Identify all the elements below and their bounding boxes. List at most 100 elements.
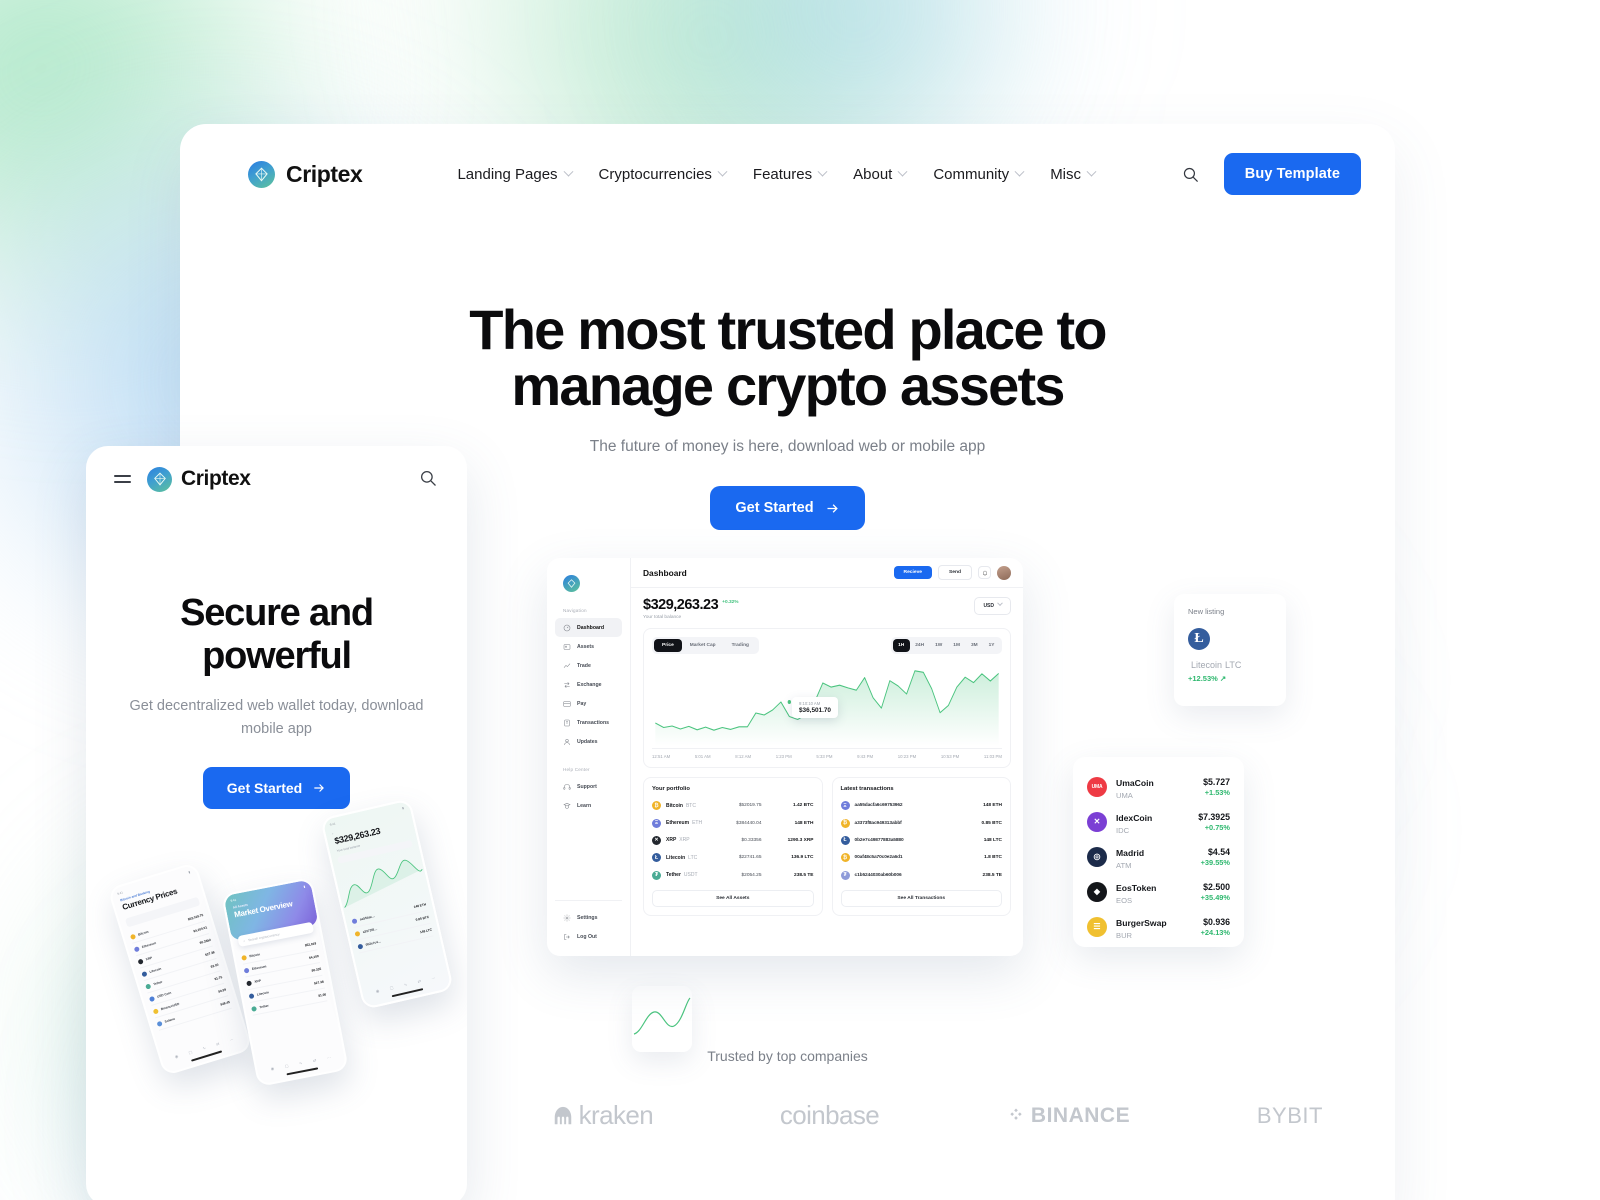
table-row[interactable]: Ł 0b2e7c49877883a5880 148 LTC (840, 832, 1002, 849)
send-button[interactable]: Send (938, 565, 972, 580)
x-tick: 5:33 PM (816, 754, 833, 759)
sidebar-item-updates[interactable]: Updates (555, 732, 622, 751)
sidebar-item-pay[interactable]: Pay (555, 694, 622, 713)
trade-icon (563, 662, 571, 670)
sidebar-item-dashboard[interactable]: Dashboard (555, 618, 622, 637)
kraken-icon (554, 1106, 571, 1124)
nav-item-label: Misc (1050, 165, 1082, 183)
hamburger-icon[interactable] (114, 475, 131, 483)
table-row[interactable]: ₿ a3373f8ac949313abbf 0.85 BTC (840, 814, 1002, 831)
table-row[interactable]: ₿ 00af48c5a70c0e2a6d1 1.8 BTC (840, 849, 1002, 866)
sidebar-item-exchange[interactable]: Exchange (555, 675, 622, 694)
table-row[interactable]: ✕ XRP XRP $0.33356 1290.3 XRP (652, 832, 814, 849)
bell-icon[interactable] (978, 566, 991, 579)
list-item[interactable]: UMA UmaCoin UMA $5.727 +1.53% (1087, 769, 1230, 804)
chevron-down-icon (897, 166, 908, 177)
tab-market-cap[interactable]: Market Cap (682, 639, 724, 652)
get-started-button[interactable]: Get Started (710, 486, 865, 530)
sidebar-nav-caption: Navigation (563, 608, 587, 613)
new-listing-coin-name: Litecoin (1191, 660, 1223, 670)
binance-label: BINANCE (1030, 1103, 1131, 1127)
mobile-navbar: Criptex (86, 446, 467, 512)
sidebar-item-assets[interactable]: Assets (555, 637, 622, 656)
list-item[interactable]: ✕ IdexCoin IDC $7.3925 +0.75% (1087, 804, 1230, 839)
coin-icon: ✕ (1087, 811, 1107, 832)
coinbase-label: coinbase (779, 1100, 880, 1130)
transaction-amount: 238.5 TE (982, 872, 1002, 878)
sidebar-item-support[interactable]: Support (555, 777, 622, 796)
x-tick: 8:12 AM (735, 754, 752, 759)
sidebar-item-learn[interactable]: Learn (555, 796, 622, 815)
range-3m[interactable]: 3M (965, 639, 983, 652)
see-all-assets-button[interactable]: See All Assets (652, 889, 814, 907)
avatar[interactable] (997, 565, 1011, 580)
range-1y[interactable]: 1Y (983, 639, 1000, 652)
coin-value: $22741.65 (738, 855, 762, 861)
new-listing-title: New listing (1188, 607, 1225, 616)
nav-item-cryptocurrencies[interactable]: Cryptocurrencies (599, 166, 728, 183)
currency-selector[interactable]: USD (974, 597, 1011, 615)
range-1m[interactable]: 1M (948, 639, 966, 652)
coin-icon: ₿ (840, 818, 850, 828)
tab-trading[interactable]: Trading (724, 639, 757, 652)
nav-item-landing-pages[interactable]: Landing Pages (457, 166, 573, 183)
chart-view-tabs: Price Market Cap Trading (652, 637, 759, 654)
nav-item-about[interactable]: About (853, 165, 908, 183)
table-row[interactable]: Ξ Ethereum ETH $384440.04 148 ETH (652, 814, 814, 831)
new-listing-change-value: +12.53% (1188, 674, 1218, 683)
chevron-down-icon (817, 166, 828, 177)
coin-symbol: EOS (1116, 896, 1133, 905)
currency-value: USD (983, 603, 994, 609)
coin-amount: 1.42 BTC (792, 803, 814, 809)
nav-menu: Landing Pages Cryptocurrencies Features … (457, 165, 1097, 183)
get-started-label: Get Started (735, 500, 814, 516)
search-icon[interactable] (419, 469, 439, 489)
updates-icon (563, 738, 571, 746)
transaction-hash: a3373f8ac949313abbf (854, 820, 902, 826)
tab-price[interactable]: Price (654, 639, 682, 652)
criptex-diamond-icon (248, 160, 275, 188)
range-24h[interactable]: 24H (910, 639, 930, 652)
list-item[interactable]: ◆ EosToken EOS $2.500 +35.49% (1087, 874, 1230, 909)
coin-icon: Ł (840, 835, 850, 845)
brand-logo[interactable]: Criptex (248, 160, 363, 188)
list-item[interactable]: ◎ Madrid ATM $4.54 +39.55% (1087, 839, 1230, 874)
sidebar-item-settings[interactable]: Settings (555, 908, 622, 927)
nav-item-community[interactable]: Community (933, 166, 1025, 183)
nav-actions: Buy Template (1180, 153, 1361, 195)
receive-button[interactable]: Recieve (893, 566, 933, 579)
table-row[interactable]: ₿ Bitcoin BTC $52019.75 1.42 BTC (652, 797, 814, 814)
bybit-label: BYBIT (1256, 1102, 1323, 1128)
table-row[interactable]: ₮ c1b5244030ab60b006 238.5 TE (840, 867, 1002, 884)
range-1w[interactable]: 1W (930, 639, 948, 652)
range-1h[interactable]: 1H (892, 639, 910, 652)
mobile-title: Secure and powerful (110, 592, 443, 677)
mobile-brand[interactable]: Criptex (147, 466, 251, 492)
sidebar-item-transactions[interactable]: Transactions (555, 713, 622, 732)
dashboard-title: Dashboard (643, 567, 687, 578)
mobile-brand-name: Criptex (181, 467, 251, 490)
new-listing-coin: Litecoin LTC (1188, 660, 1272, 670)
nav-item-misc[interactable]: Misc (1050, 165, 1097, 183)
chevron-down-icon (563, 166, 573, 177)
dashboard-icon (563, 624, 571, 632)
dashboard-main: Dashboard Recieve Send $329,263.23 +0.32… (631, 558, 1023, 956)
search-icon[interactable] (1180, 163, 1202, 185)
list-item[interactable]: ☰ BurgerSwap BUR $0.936 +24.13% (1087, 909, 1230, 944)
see-all-transactions-button[interactable]: See All Transactions (840, 889, 1002, 907)
see-all-assets-label: See All Assets (716, 895, 750, 901)
nav-item-features[interactable]: Features (753, 166, 828, 183)
buy-template-button[interactable]: Buy Template (1223, 153, 1361, 195)
transaction-hash: 0b2e7c49877883a5880 (854, 837, 904, 843)
sidebar-item-label: Trade (577, 662, 591, 669)
nav-item-label: About (853, 165, 893, 183)
pay-icon (563, 700, 571, 708)
transaction-amount: 0.85 BTC (981, 820, 1002, 826)
coin-name: Litecoin (666, 854, 686, 861)
table-row[interactable]: Ł Litecoin LTC $22741.65 136.9 LTC (652, 849, 814, 866)
table-row[interactable]: Ξaa55dacfa6c69753962 148 ETH (840, 797, 1002, 814)
sidebar-item-logout[interactable]: Log Out (555, 927, 622, 946)
table-row[interactable]: ₮ Tether USDT $2054.25 238.5 TE (652, 867, 814, 884)
sidebar-item-trade[interactable]: Trade (555, 656, 622, 675)
new-listing-coin-symbol: LTC (1225, 660, 1242, 670)
